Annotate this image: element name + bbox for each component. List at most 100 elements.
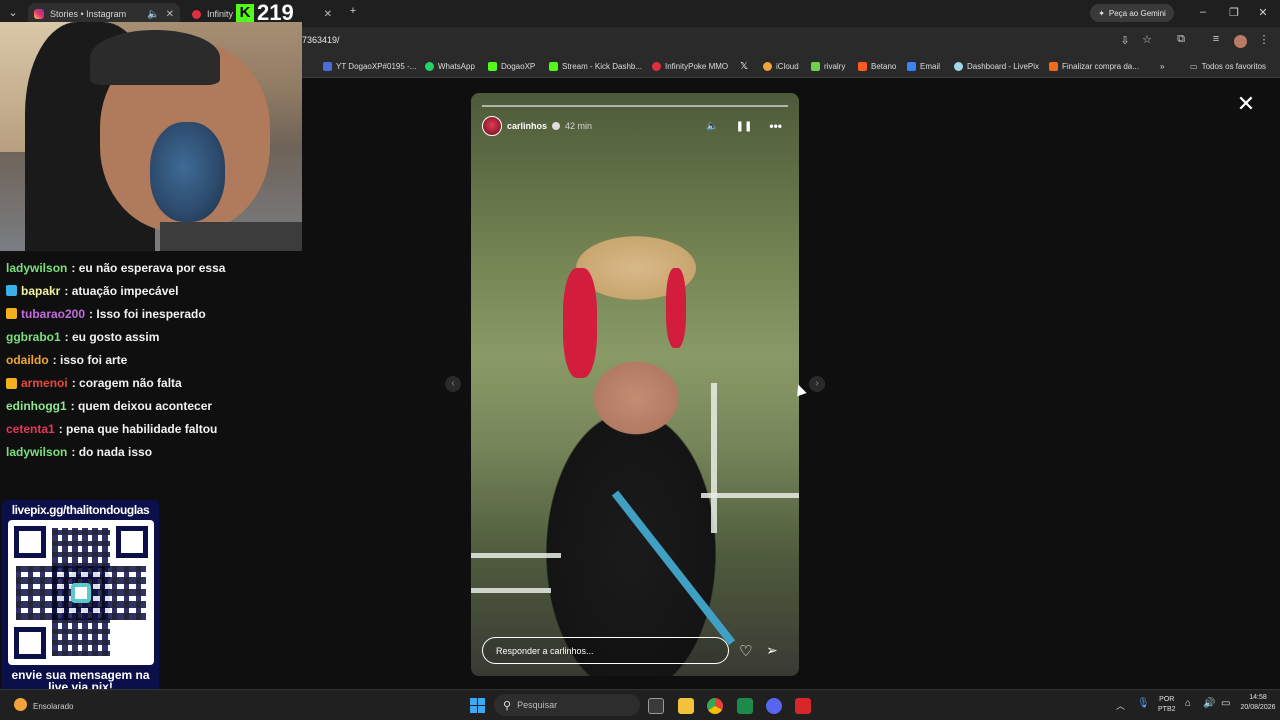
bookmark-betano[interactable]: Betano xyxy=(858,60,896,73)
tray-chevron-up-icon[interactable]: ︿ xyxy=(1116,699,1125,712)
kick-viewer-counter: K 219 xyxy=(236,0,294,25)
next-story-icon[interactable]: › xyxy=(809,376,825,392)
all-bookmarks-folder[interactable]: ▭ Todos os favoritos xyxy=(1190,60,1266,73)
story-username[interactable]: carlinhos xyxy=(507,121,547,131)
search-placeholder: Pesquisar xyxy=(517,700,558,710)
chat-message: ladywilson : do nada isso xyxy=(0,441,300,464)
more-menu-icon[interactable]: ⋮ xyxy=(1258,33,1270,46)
close-tab-icon[interactable]: ✕ xyxy=(324,9,332,20)
kick-logo-icon: K xyxy=(236,4,254,22)
chat-username[interactable]: bapakr xyxy=(21,284,60,298)
more-options-icon[interactable]: ••• xyxy=(769,119,782,133)
story-media[interactable] xyxy=(471,93,799,676)
chat-username[interactable]: edinhogg1 xyxy=(6,399,67,413)
bookmarks-overflow-chevron-icon[interactable]: » xyxy=(1160,60,1164,73)
bookmark-kick-dashboard[interactable]: Stream - Kick Dashb... xyxy=(549,60,642,73)
task-view-icon[interactable] xyxy=(648,698,664,714)
network-icon[interactable]: ⌂ xyxy=(1185,698,1191,709)
tab-list-chevron-icon[interactable]: ⌄ xyxy=(6,6,20,19)
clock-time: 14:58 xyxy=(1249,694,1267,701)
battery-icon[interactable]: ▭ xyxy=(1221,698,1230,709)
livepix-qr-card: livepix.gg/thalitondouglas envie sua men… xyxy=(2,500,159,701)
story-header: carlinhos 42 min 🔈 ❚❚ ••• xyxy=(482,115,788,137)
chat-badge-icon xyxy=(6,308,17,320)
folder-icon: ▭ xyxy=(1190,62,1198,71)
bookmark-rivalry[interactable]: rivalry xyxy=(811,60,845,73)
file-explorer-icon[interactable] xyxy=(678,698,694,714)
icloud-icon xyxy=(763,62,772,71)
bookmark-icloud[interactable]: iCloud xyxy=(763,60,799,73)
close-window-icon[interactable]: ✕ xyxy=(1256,6,1270,19)
bookmark-whatsapp[interactable]: WhatsApp xyxy=(425,60,475,73)
taskbar-clock[interactable]: 14:58 20/08/2026 xyxy=(1240,693,1276,713)
media-control-icon[interactable]: ≡ xyxy=(1209,33,1223,45)
bookmark-yt[interactable]: YT DogaoXP#0195 -... xyxy=(323,60,416,73)
pause-icon[interactable]: ❚❚ xyxy=(736,121,753,132)
mute-tab-icon[interactable]: 🔈 xyxy=(147,9,159,20)
chat-text: : do nada isso xyxy=(71,445,153,460)
install-app-icon[interactable]: ⇩ xyxy=(1118,34,1132,47)
recording-app-icon[interactable] xyxy=(795,698,811,714)
discord-icon[interactable] xyxy=(766,698,782,714)
speaker-icon[interactable]: 🔊 xyxy=(1203,698,1215,709)
windows-start-icon[interactable] xyxy=(470,698,485,713)
language-indicator[interactable]: POR PTB2 xyxy=(1158,695,1176,715)
previous-story-icon[interactable]: ‹ xyxy=(445,376,461,392)
shop-icon xyxy=(1049,62,1058,71)
like-heart-icon[interactable]: ♡ xyxy=(739,642,752,660)
close-tab-icon[interactable]: ✕ xyxy=(166,9,174,20)
extensions-icon[interactable]: ⧉ xyxy=(1174,33,1188,46)
restore-window-icon[interactable]: ❐ xyxy=(1227,6,1241,19)
gemini-label: Peça ao Gemini xyxy=(1108,8,1166,18)
stream-chat: ladywilson : eu não esperava por essa bapa… xyxy=(0,256,300,464)
chat-message: cetenta1: pena que habilidade faltou xyxy=(0,418,300,441)
bookmark-email[interactable]: Email xyxy=(907,60,940,73)
livepix-icon xyxy=(954,62,963,71)
reply-input[interactable]: Responder a carlinhos... xyxy=(482,637,729,664)
bookmark-label: Dashboard - LivePix xyxy=(967,62,1040,71)
terminal-app-icon[interactable] xyxy=(737,698,753,714)
chat-username[interactable]: tubarao200 xyxy=(21,307,85,321)
verified-badge-icon xyxy=(552,122,561,130)
windows-taskbar: Ensolarado ︿ 🎙 POR PTB2 ⌂ 🔊 ▭ xyxy=(0,689,1280,720)
new-tab-button[interactable]: + xyxy=(346,5,360,17)
weather-label[interactable]: Ensolarado xyxy=(33,702,73,711)
bookmark-finalizar-compra[interactable]: Finalizar compra da... xyxy=(1049,60,1139,73)
bookmark-label: WhatsApp xyxy=(438,62,475,71)
share-send-icon[interactable]: ➢ xyxy=(766,642,778,659)
viewer-count: 219 xyxy=(257,0,294,25)
livepix-url: livepix.gg/thalitondouglas xyxy=(11,503,150,517)
chat-message: bapakr: atuação impecável xyxy=(0,279,300,302)
chat-username[interactable]: ladywilson xyxy=(6,445,67,459)
chat-username[interactable]: odaildo xyxy=(6,353,49,367)
bookmark-infinitypoke[interactable]: InfinityPoke MMO xyxy=(652,60,728,73)
lang-layout: PTB2 xyxy=(1158,706,1176,713)
microphone-icon[interactable]: 🎙 xyxy=(1137,698,1150,709)
red-hair xyxy=(563,268,597,378)
chat-message: armenoi: coragem não falta xyxy=(0,371,300,394)
story-progress-bar xyxy=(482,105,788,107)
bookmark-star-icon[interactable]: ☆ xyxy=(1140,33,1154,46)
x-logo-icon: 𝕏 xyxy=(740,61,749,72)
chat-username[interactable]: ggbrabo1 xyxy=(6,330,61,344)
bookmark-livepix[interactable]: Dashboard - LivePix xyxy=(954,60,1039,73)
weather-sun-icon[interactable] xyxy=(14,698,27,711)
chat-username[interactable]: cetenta1 xyxy=(6,422,55,436)
bookmark-x[interactable]: 𝕏 xyxy=(740,60,752,73)
streamer-webcam xyxy=(0,22,302,251)
chat-username[interactable]: ladywilson xyxy=(6,261,67,275)
streamer-hair xyxy=(90,30,220,85)
chrome-icon[interactable] xyxy=(707,698,723,714)
minimize-window-icon[interactable]: – xyxy=(1196,6,1210,18)
address-bar-url[interactable]: 7363419/ xyxy=(302,35,340,45)
story-avatar[interactable] xyxy=(482,116,502,136)
profile-avatar[interactable] xyxy=(1234,35,1247,48)
gemini-button[interactable]: ✦ Peça ao Gemini xyxy=(1090,4,1174,22)
chat-text: : Isso foi inesperado xyxy=(89,306,206,321)
chat-text: : eu não esperava por essa xyxy=(71,260,226,275)
chat-username[interactable]: armenoi xyxy=(21,376,68,390)
taskbar-search-input[interactable]: ⚲ Pesquisar xyxy=(494,694,640,716)
close-viewer-icon[interactable]: ✕ xyxy=(1235,93,1257,116)
volume-icon[interactable]: 🔈 xyxy=(706,121,718,132)
bookmark-dogaoxp[interactable]: DogaoXP xyxy=(488,60,535,73)
